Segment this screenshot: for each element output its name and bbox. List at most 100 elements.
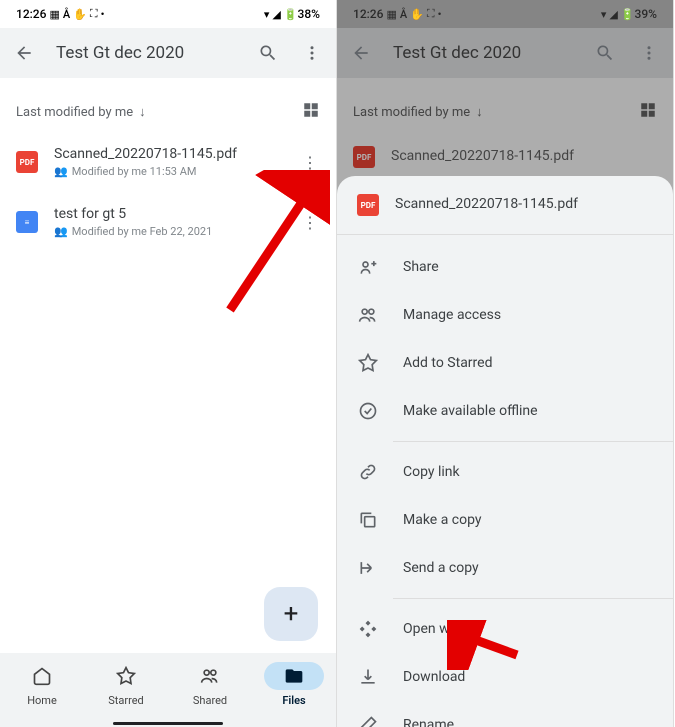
nav-shared[interactable]: Shared	[168, 653, 252, 715]
menu-label: Share	[403, 259, 439, 275]
copy-icon	[357, 510, 379, 530]
file-name: Scanned_20220718-1145.pdf	[391, 148, 657, 164]
doc-icon: ≡	[16, 211, 38, 233]
divider	[393, 598, 673, 599]
sort-bar: Last modified by me ↓	[337, 92, 673, 132]
file-more-button[interactable]: ⋮	[300, 153, 320, 172]
status-icon: ✋	[73, 8, 87, 21]
app-bar: Test Gt dec 2020	[337, 28, 673, 78]
battery-icon: 🔋	[621, 8, 635, 21]
status-icon: •	[101, 8, 105, 21]
nav-home[interactable]: Home	[0, 653, 84, 715]
menu-label: Copy link	[403, 464, 460, 480]
app-bar: Test Gt dec 2020	[0, 28, 336, 78]
nav-label: Starred	[108, 694, 144, 707]
status-icon: ▦	[386, 8, 396, 21]
people-icon	[180, 662, 240, 690]
file-name: Scanned_20220718-1145.pdf	[54, 146, 284, 162]
battery-pct: 39%	[635, 7, 657, 21]
pdf-icon: PDF	[353, 146, 375, 168]
file-list: PDF Scanned_20220718-1145.pdf 👥Modified …	[0, 132, 336, 252]
file-more-button[interactable]: ⋮	[300, 213, 320, 232]
divider	[393, 441, 673, 442]
menu-send-copy[interactable]: Send a copy	[337, 544, 673, 592]
menu-label: Make available offline	[403, 403, 538, 419]
link-icon	[357, 462, 379, 482]
menu-share[interactable]: Share	[337, 243, 673, 291]
status-icon: •	[438, 8, 442, 21]
people-icon	[357, 305, 379, 325]
nav-label: Shared	[193, 694, 227, 707]
status-icon: ⛶	[427, 7, 435, 21]
shared-icon: 👥	[54, 225, 68, 238]
open-icon	[357, 619, 379, 639]
menu-download[interactable]: Download	[337, 653, 673, 701]
status-time: 12:26	[16, 7, 46, 21]
sheet-file-name: Scanned_20220718-1145.pdf	[395, 196, 578, 212]
search-button[interactable]	[256, 41, 280, 65]
fab-add[interactable]: +	[264, 587, 318, 641]
download-icon	[357, 667, 379, 687]
file-meta: Modified by me 11:53 AM	[72, 165, 197, 178]
overflow-button[interactable]	[300, 41, 324, 65]
spacer	[0, 78, 336, 92]
menu-label: Manage access	[403, 307, 501, 323]
nav-label: Files	[282, 694, 305, 707]
page-title: Test Gt dec 2020	[56, 43, 236, 63]
bottom-sheet: PDF Scanned_20220718-1145.pdf Share Mana…	[337, 176, 673, 727]
wifi-icon: ▾	[264, 8, 270, 21]
menu-rename[interactable]: Rename	[337, 701, 673, 727]
share-icon	[357, 257, 379, 277]
back-button[interactable]	[12, 41, 36, 65]
menu-make-copy[interactable]: Make a copy	[337, 496, 673, 544]
menu-label: Download	[403, 669, 465, 685]
menu-label: Send a copy	[403, 560, 479, 576]
spacer	[337, 78, 673, 92]
shared-icon: 👥	[54, 165, 68, 178]
file-name: test for gt 5	[54, 206, 284, 222]
sort-label: Last modified by me	[353, 105, 470, 120]
status-icon: Å	[63, 8, 70, 21]
status-icon: ▦	[49, 8, 59, 21]
folder-icon	[264, 662, 324, 690]
menu-manage-access[interactable]: Manage access	[337, 291, 673, 339]
status-icon: ✋	[410, 8, 424, 21]
menu-label: Open with	[403, 621, 465, 637]
signal-icon: ◢	[609, 8, 617, 21]
sort-bar[interactable]: Last modified by me ↓	[0, 92, 336, 132]
file-row[interactable]: ≡ test for gt 5 👥Modified by me Feb 22, …	[0, 192, 336, 252]
status-bar: 12:26 ▦ Å ✋ ⛶ • ▾ ◢ 🔋 38%	[0, 0, 336, 28]
menu-add-starred[interactable]: Add to Starred	[337, 339, 673, 387]
menu-open-with[interactable]: Open with	[337, 605, 673, 653]
overflow-button	[637, 41, 661, 65]
file-row[interactable]: PDF Scanned_20220718-1145.pdf 👥Modified …	[0, 132, 336, 192]
grid-view-button[interactable]	[302, 101, 320, 123]
battery-pct: 38%	[298, 7, 320, 21]
menu-label: Add to Starred	[403, 355, 492, 371]
signal-icon: ◢	[272, 8, 280, 21]
menu-label: Make a copy	[403, 512, 482, 528]
status-icon: ⛶	[90, 7, 98, 21]
sort-arrow-icon: ↓	[476, 104, 483, 120]
status-bar: 12:26 ▦ Å ✋ ⛶ • ▾ ◢ 🔋 39%	[337, 0, 673, 28]
sort-arrow-icon: ↓	[139, 104, 146, 120]
menu-offline[interactable]: Make available offline	[337, 387, 673, 435]
back-button	[349, 41, 373, 65]
nav-files[interactable]: Files	[252, 653, 336, 715]
search-button	[593, 41, 617, 65]
phone-right: 12:26 ▦ Å ✋ ⛶ • ▾ ◢ 🔋 39% Test Gt dec 20…	[337, 0, 674, 727]
bottom-nav: Home Starred Shared Files	[0, 653, 336, 727]
star-icon	[357, 353, 379, 373]
gesture-bar	[113, 722, 223, 725]
battery-icon: 🔋	[284, 8, 298, 21]
sheet-menu: Share Manage access Add to Starred Make …	[337, 235, 673, 727]
home-icon	[12, 662, 72, 690]
nav-starred[interactable]: Starred	[84, 653, 168, 715]
nav-label: Home	[27, 694, 57, 707]
wifi-icon: ▾	[601, 8, 607, 21]
offline-icon	[357, 401, 379, 421]
menu-copy-link[interactable]: Copy link	[337, 448, 673, 496]
phone-left: 12:26 ▦ Å ✋ ⛶ • ▾ ◢ 🔋 38% Test Gt dec 20…	[0, 0, 337, 727]
sheet-header: PDF Scanned_20220718-1145.pdf	[337, 176, 673, 235]
grid-view-button	[639, 101, 657, 123]
